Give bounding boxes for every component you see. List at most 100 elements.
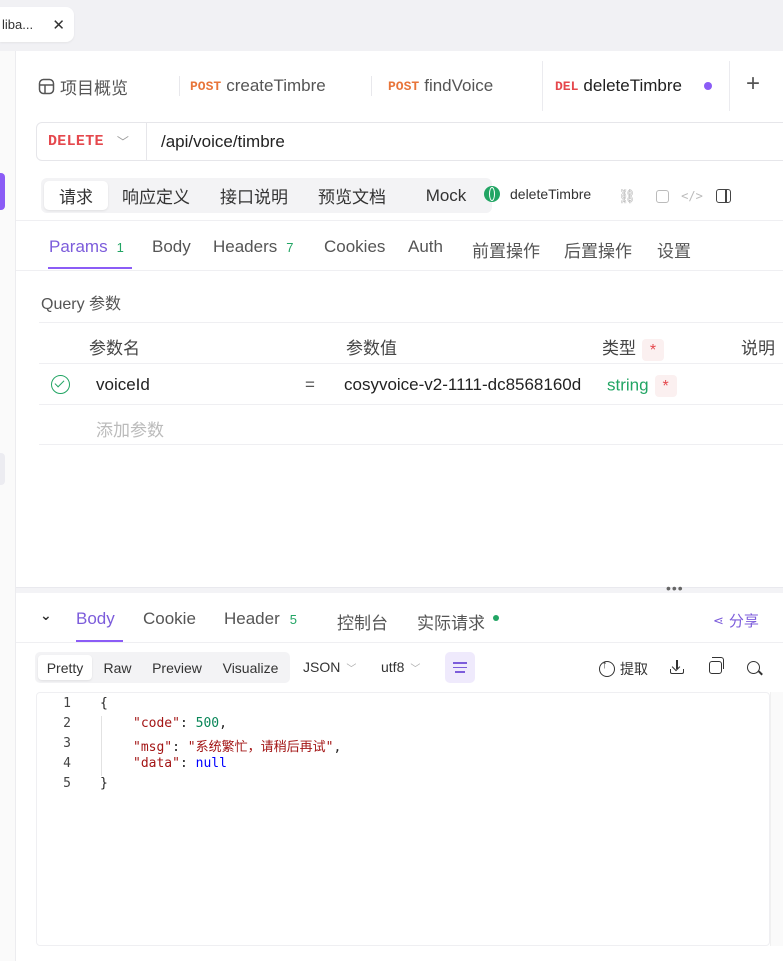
code-line: 1 { [37,696,769,716]
tab-actual-request[interactable]: 实际请求 [417,609,499,634]
tab-body[interactable]: Body [152,237,191,257]
code-line: 2 "code": 500, [37,716,769,736]
method-select[interactable]: DELETE ﹀ [37,123,147,160]
share-label: 分享 [728,613,759,630]
close-icon[interactable]: ✕ [52,16,65,34]
share-button[interactable]: ⋖ 分享 [713,610,759,631]
tab-label: 控制台 [337,614,388,633]
code-text: { [100,696,108,711]
code-text: "msg": "系统繁忙，请稍后再试", [133,740,342,755]
tab-project-overview[interactable]: 项目概览 [38,61,180,111]
add-param-input[interactable]: 添加参数 [96,416,164,441]
line-number: 2 [63,716,71,731]
query-params-table: 参数名 参数值 类型 * 说明 voiceId = cosyvoice-v2-11… [39,322,783,445]
count-badge: 7 [286,239,294,255]
browser-tab-strip: liba... ✕ [0,0,783,51]
chevron-down-icon[interactable]: ⌄ [40,607,52,624]
tab-create-timbre[interactable]: POST createTimbre [190,61,372,111]
tab-pretty[interactable]: Pretty [38,655,92,680]
tab-api-description[interactable]: 接口说明 [209,181,299,210]
tab-preview[interactable]: Preview [143,655,211,680]
tab-find-voice[interactable]: POST findVoice [388,61,546,111]
code-text: } [100,776,108,791]
add-tab-button[interactable]: + [746,70,760,98]
overview-icon [38,78,55,94]
tab-label: 前置操作 [472,242,540,261]
tab-response-header[interactable]: Header 5 [224,609,297,629]
code-text: "code": 500, [133,716,227,731]
checkbox-checked-icon[interactable] [51,375,70,394]
tab-label: 后置操作 [564,242,632,261]
editor-scrollbar[interactable] [770,692,783,946]
search-icon[interactable] [743,657,763,677]
left-sidebar-edge [0,51,16,961]
api-tab-bar: 项目概览 POST createTimbre POST findVoice DE… [16,51,783,121]
code-line: 4 "data": null [37,756,769,776]
format-dropdown[interactable]: JSON ﹀ [303,659,356,675]
line-number: 5 [63,776,71,791]
table-row: voiceId = cosyvoice-v2-1111-dc8568160d s… [39,363,783,404]
tab-visualize[interactable]: Visualize [214,655,287,680]
param-tabs: Params 1 Body Headers 7 Cookies Auth 前置操… [16,222,783,271]
encoding-dropdown[interactable]: utf8 ﹀ [381,659,420,675]
response-body-editor[interactable]: 1 { 2 "code": 500, 3 "msg": "系统繁忙，请稍后再试"… [36,692,770,946]
tab-headers[interactable]: Headers 7 [213,237,294,257]
tab-response-definition[interactable]: 响应定义 [111,181,201,210]
tab-cookies[interactable]: Cookies [324,237,385,257]
tab-request[interactable]: 请求 [44,181,108,210]
copy-response-icon[interactable] [705,656,725,677]
tab-delete-timbre[interactable]: DEL deleteTimbre [542,61,730,111]
tab-mock[interactable]: Mock [405,181,487,210]
globe-icon [484,186,500,202]
code-line: 5 } [37,776,769,796]
tab-pre-processors[interactable]: 前置操作 [472,237,540,262]
equals-sign: = [305,375,315,394]
tab-preview-docs[interactable]: 预览文档 [307,181,397,210]
status-dot-icon [493,614,499,621]
tab-label: 设置 [657,242,691,261]
request-section-tabs: 请求 响应定义 接口说明 预览文档 Mock [41,178,492,213]
tab-response-body[interactable]: Body [76,609,115,629]
active-tab-underline [76,640,123,642]
column-header-type: 类型 * [602,334,664,361]
tab-raw[interactable]: Raw [95,655,140,680]
tab-console[interactable]: 控制台 [337,609,388,634]
download-icon[interactable] [667,657,687,677]
active-tab-underline [48,267,132,269]
link-icon[interactable]: ⛓ [618,187,636,205]
browser-tab[interactable]: liba... ✕ [0,7,74,42]
code-text: "data": null [133,756,227,771]
tab-separator [179,76,180,96]
method-badge: DEL [555,78,579,94]
param-type-select[interactable]: string * [607,375,677,397]
tab-label: Params [49,237,108,256]
table-row-add: 添加参数 [39,404,783,445]
tab-response-cookie[interactable]: Cookie [143,609,196,629]
api-name-text: deleteTimbre [510,186,592,202]
tab-settings[interactable]: 设置 [657,237,691,262]
extract-icon [599,659,615,677]
tab-label: Body [152,237,191,256]
copy-icon[interactable] [653,187,671,205]
tab-post-processors[interactable]: 后置操作 [564,237,632,262]
required-star-icon: * [642,338,664,361]
tab-params[interactable]: Params 1 [49,237,124,257]
sidebar-marker [0,453,5,485]
required-star-icon: * [654,375,677,397]
api-name[interactable]: deleteTimbre [484,186,591,202]
tab-label: Cookies [324,237,386,256]
url-input[interactable]: /api/voice/timbre [147,132,285,152]
line-number: 3 [63,736,71,751]
side-panel-icon[interactable] [714,187,732,205]
tab-label: createTimbre [226,76,326,95]
param-value-input[interactable]: cosyvoice-v2-1111-dc8568160d [344,375,581,395]
extract-button[interactable]: 提取 [599,659,648,679]
param-name-input[interactable]: voiceId [96,375,150,395]
chevron-down-icon: ﹀ [410,664,421,675]
tab-separator [371,76,372,96]
line-number: 1 [63,696,71,711]
code-icon[interactable]: </> [681,187,703,205]
word-wrap-button[interactable] [445,652,475,683]
tab-auth[interactable]: Auth [408,237,443,257]
column-header-desc: 说明 [741,339,775,358]
